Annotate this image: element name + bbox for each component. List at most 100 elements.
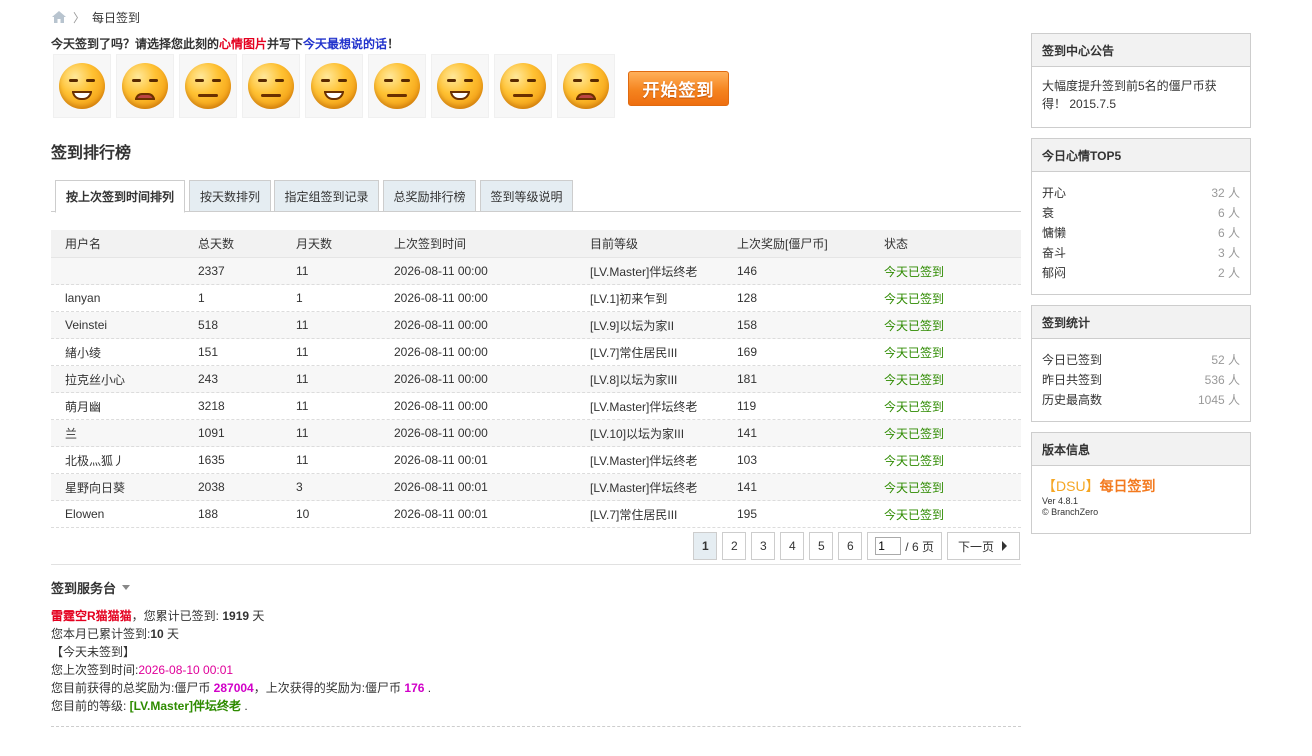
col-month-days: 月天数 <box>296 237 333 251</box>
service-line-level: 您目前的等级: [LV.Master]伴坛终老 . <box>51 697 431 715</box>
row-username[interactable]: 緖小绫 <box>51 344 198 361</box>
sign-prompt: 今天签到了吗？请选择您此刻的心情图片并写下今天最想说的话！ <box>51 35 399 52</box>
row-level: [LV.7]常住居民III <box>590 507 678 522</box>
col-last-time: 上次签到时间 <box>394 237 467 251</box>
row-last-reward: 181 <box>737 372 758 386</box>
prompt-highlight-words: 今天最想说的话 <box>303 37 388 51</box>
mood-label: 衰 <box>1042 205 1055 220</box>
service-text: 您本月已累计签到: <box>51 627 151 641</box>
service-username[interactable]: 雷霆空R猫猫猫 <box>51 609 132 623</box>
home-icon[interactable] <box>51 10 67 24</box>
service-level: [LV.Master]伴坛终老 <box>129 699 242 713</box>
mood-fendou-icon[interactable] <box>431 54 489 118</box>
row-month-days: 11 <box>296 453 309 467</box>
row-username[interactable]: Elowen <box>51 507 198 521</box>
service-total-days: 1919 <box>222 609 250 623</box>
page-2[interactable]: 2 <box>722 532 747 560</box>
tab-by-last-time[interactable]: 按上次签到时间排列 <box>55 180 185 213</box>
stats-label: 昨日共签到 <box>1042 372 1103 387</box>
tab-by-days[interactable]: 按天数排列 <box>189 180 271 212</box>
row-level: [LV.7]常住居民III <box>590 345 678 360</box>
next-page-button[interactable]: 下一页 <box>946 532 1020 560</box>
row-level: [LV.1]初来乍到 <box>590 291 668 306</box>
service-desk-title[interactable]: 签到服务台 <box>51 578 131 597</box>
version-title: 版本信息 <box>1032 433 1250 466</box>
row-username[interactable]: 兰 <box>51 425 198 442</box>
row-total-days: 1635 <box>198 453 225 467</box>
row-month-days: 3 <box>296 480 303 494</box>
table-row: 緖小绫 151 11 2026-08-11 00:00 [LV.7]常住居民III 169… <box>51 339 1021 366</box>
version-brand-tag: 【DSU】 <box>1042 478 1100 494</box>
service-line-last-time: 您上次签到时间:2026-08-10 00:01 <box>51 661 431 679</box>
row-month-days: 11 <box>296 318 309 332</box>
tab-level-info[interactable]: 签到等级说明 <box>480 180 573 212</box>
service-last-time: 2026-08-10 00:01 <box>138 663 234 677</box>
row-username[interactable]: lanyan <box>51 291 198 305</box>
mood-item: 奋斗 3 人 <box>1042 242 1240 262</box>
start-sign-button[interactable]: 开始签到 <box>628 71 729 106</box>
version-brand[interactable]: 【DSU】每日签到 <box>1042 476 1240 496</box>
service-desk-info: 雷霆空R猫猫猫，您累计已签到: 1919 天 您本月已累计签到:10 天 【今天… <box>51 607 431 715</box>
mood-item: 衰 6 人 <box>1042 202 1240 222</box>
table-row: 星野向日葵 2038 3 2026-08-11 00:01 [LV.Master]伴坛终… <box>51 474 1021 501</box>
mood-yongmei-icon[interactable] <box>494 54 552 118</box>
mood-value: 3 人 <box>1217 245 1240 260</box>
page-3[interactable]: 3 <box>751 532 776 560</box>
page-total: / 6 页 <box>905 539 934 554</box>
mood-nangguo-icon[interactable] <box>116 54 174 118</box>
page-6[interactable]: 6 <box>838 532 863 560</box>
pagination: 1 2 3 4 5 6 / 6 页 下一页 <box>693 532 1020 560</box>
mood-daku-icon[interactable] <box>557 54 615 118</box>
row-last-time: 2026-08-11 00:01 <box>394 507 488 521</box>
mood-cahan-icon[interactable] <box>368 54 426 118</box>
row-status: 今天已签到 <box>884 291 945 306</box>
stats-panel: 签到统计 今日已签到 52 人昨日共签到 536 人历史最高数 1045 人 <box>1031 305 1251 422</box>
row-last-time: 2026-08-11 00:00 <box>394 399 488 413</box>
page-4[interactable]: 4 <box>780 532 805 560</box>
table-row: lanyan 1 1 2026-08-11 00:00 [LV.1]初来乍到 128 今天已… <box>51 285 1021 312</box>
caret-right-icon <box>1002 541 1007 551</box>
stats-value: 52 人 <box>1211 352 1240 367</box>
row-total-days: 1 <box>198 291 205 305</box>
stats-value: 1045 人 <box>1197 392 1240 407</box>
row-level: [LV.10]以坛为家III <box>590 426 685 441</box>
row-status: 今天已签到 <box>884 345 945 360</box>
table-body: 2337 11 2026-08-11 00:00 [LV.Master]伴坛终老 146… <box>51 258 1021 528</box>
breadcrumb-current[interactable]: 每日签到 <box>92 9 140 26</box>
tab-total-reward[interactable]: 总奖励排行榜 <box>383 180 476 212</box>
mood-wuliao-icon[interactable] <box>242 54 300 118</box>
prompt-text-1: 今天签到了吗？请选择您此刻的 <box>51 37 220 51</box>
table-row: 2337 11 2026-08-11 00:00 [LV.Master]伴坛终老 146… <box>51 258 1021 285</box>
mood-yumen-icon[interactable] <box>179 54 237 118</box>
table-row: Veinstei 518 11 2026-08-11 00:00 [LV.9]以坛为家I… <box>51 312 1021 339</box>
col-status: 状态 <box>884 237 909 251</box>
page-jump-input[interactable] <box>875 537 902 555</box>
mood-value: 2 人 <box>1217 265 1240 280</box>
row-last-reward: 119 <box>737 399 757 413</box>
row-last-reward: 158 <box>737 318 758 332</box>
row-level: [LV.Master]伴坛终老 <box>590 453 698 468</box>
mood-kaixin-icon[interactable] <box>53 54 111 118</box>
stats-label: 历史最高数 <box>1042 392 1103 407</box>
tab-group-records[interactable]: 指定组签到记录 <box>274 180 379 212</box>
row-username[interactable]: 星野向日葵 <box>51 479 198 496</box>
service-text: . <box>241 699 248 713</box>
mood-fennu-icon[interactable] <box>305 54 363 118</box>
stats-list: 今日已签到 52 人昨日共签到 536 人历史最高数 1045 人 <box>1032 339 1250 419</box>
chevron-right-icon: 〉 <box>73 10 86 25</box>
mood-top5-title: 今日心情TOP5 <box>1032 139 1250 172</box>
row-total-days: 188 <box>198 507 219 521</box>
page-1[interactable]: 1 <box>693 532 718 560</box>
col-username: 用户名 <box>65 237 102 251</box>
version-brand-name: 每日签到 <box>1099 478 1156 494</box>
row-username[interactable]: Veinstei <box>51 318 198 332</box>
row-username[interactable]: 拉克丝小心 <box>51 371 198 388</box>
row-status: 今天已签到 <box>884 453 945 468</box>
row-username[interactable]: 北极灬狐丿 <box>51 452 198 469</box>
page-5[interactable]: 5 <box>809 532 834 560</box>
table-row: Elowen 188 10 2026-08-11 00:01 [LV.7]常住居民III… <box>51 501 1021 528</box>
row-last-time: 2026-08-11 00:00 <box>394 426 488 440</box>
row-username[interactable]: 萌月幽 <box>51 398 198 415</box>
row-level: [LV.Master]伴坛终老 <box>590 264 698 279</box>
version-number: Ver 4.8.1 <box>1042 496 1079 506</box>
